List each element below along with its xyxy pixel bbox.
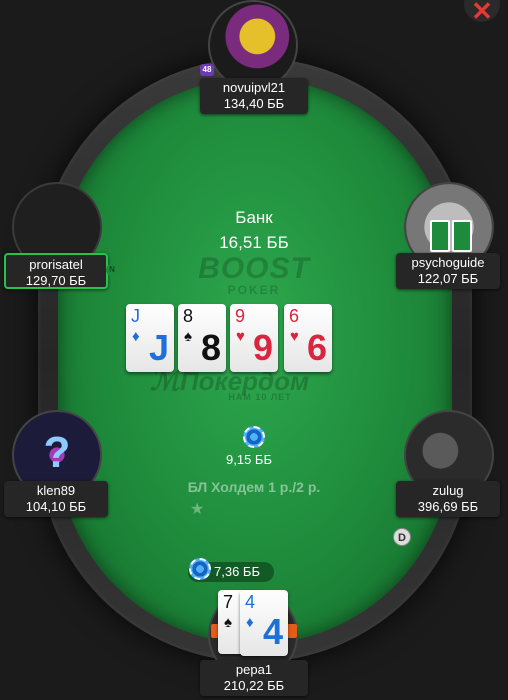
player-name: klen89 [36, 483, 76, 498]
chip-stack-icon [243, 426, 265, 448]
close-icon[interactable]: ✕ [464, 0, 500, 24]
card-rank-large: 9 [252, 327, 273, 368]
board-card: 8 ♠ 8 [178, 304, 226, 372]
player-stack: 210,22 ББ [223, 678, 285, 693]
center-bet-amount: 9,15 ББ [226, 452, 272, 467]
card-rank-large: J [148, 327, 169, 368]
player-nameplate-left-lower[interactable]: klen89 104,10 ББ [4, 481, 108, 517]
favorite-star-icon[interactable]: ★ [190, 499, 204, 519]
player-status-badge: N [106, 264, 118, 276]
question-mark-icon: ? [43, 428, 71, 477]
card-suit-small: ♦ [132, 328, 140, 345]
avatar[interactable] [208, 0, 298, 90]
player-nameplate-top[interactable]: novuipvl21 134,40 ББ [200, 78, 308, 114]
card-rank-small: 8 [183, 306, 194, 326]
board-card: 6 ♥ 6 [284, 304, 332, 372]
dealer-button: D [393, 528, 411, 546]
card-suit-small: ♠ [184, 328, 192, 345]
card-rank-small: 7 [223, 592, 234, 612]
player-stack: 396,69 ББ [417, 499, 479, 514]
player-name: psychoguide [411, 255, 485, 270]
hero-bet-amount: 7,36 ББ [214, 564, 260, 579]
player-badge: 48 [200, 64, 214, 76]
chip-stack-icon [189, 558, 211, 580]
player-name: pepa1 [235, 662, 273, 677]
player-name: zulug [432, 483, 464, 498]
player-stack: 129,70 ББ [25, 273, 87, 288]
player-nameplate-right-upper[interactable]: psychoguide 122,07 ББ [396, 253, 500, 289]
card-back-icon [452, 220, 472, 252]
player-name: novuipvl21 [222, 80, 286, 95]
board-card: J ♦ J [126, 304, 174, 372]
player-stack: 134,40 ББ [223, 96, 285, 111]
card-suit-small: ♥ [236, 328, 245, 345]
card-rank-small: J [131, 306, 140, 326]
card-rank-small: 9 [235, 306, 246, 326]
player-nameplate-bottom[interactable]: pepa1 210,22 ББ [200, 660, 308, 696]
card-rank-small: 6 [289, 306, 300, 326]
card-suit-small: ♦ [246, 614, 254, 631]
pokerdom-logo-sub: НАМ 10 ЛЕТ [228, 392, 292, 402]
card-rank-large: 4 [262, 611, 283, 652]
hero-marker-right [287, 624, 297, 638]
card-rank-small: 4 [245, 592, 256, 612]
player-stack: 104,10 ББ [25, 499, 87, 514]
board-card: 9 ♥ 9 [230, 304, 278, 372]
card-rank-large: 6 [306, 327, 327, 368]
hero-card: 4 ♦ 4 [240, 590, 288, 656]
card-back-icon [430, 220, 450, 252]
player-stack: 122,07 ББ [417, 271, 479, 286]
player-nameplate-right-lower[interactable]: zulug 396,69 ББ [396, 481, 500, 517]
card-rank-large: 8 [200, 327, 221, 368]
card-suit-small: ♠ [224, 614, 232, 631]
player-nameplate-left-upper[interactable]: prorisatel 129,70 ББ [4, 253, 108, 289]
card-suit-small: ♥ [290, 328, 299, 345]
player-name: prorisatel [29, 257, 83, 272]
